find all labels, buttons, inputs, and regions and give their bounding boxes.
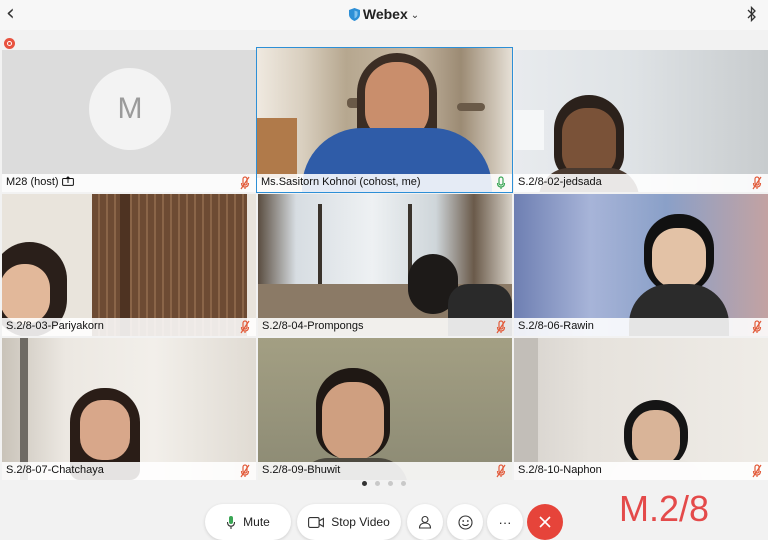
name-bar: S.2/8-09-Bhuwit	[258, 462, 512, 480]
participant-name: M28 (host)	[6, 176, 74, 188]
name-bar: S.2/8-03-Pariyakorn	[2, 318, 256, 336]
participants-button[interactable]	[407, 504, 443, 540]
bluetooth-icon	[747, 5, 756, 23]
participant-name: Ms.Sasitorn Kohnoi (cohost, me)	[261, 176, 421, 188]
participant-video	[514, 194, 768, 336]
class-label-overlay: M.2/8	[619, 488, 710, 529]
stop-video-label: Stop Video	[331, 515, 390, 529]
video-grid: M M28 (host) Ms.Sasitorn Kohnoi (cohost,…	[0, 47, 768, 480]
shield-icon	[348, 8, 360, 21]
participant-tile[interactable]: S.2/8-06-Rawin	[514, 194, 768, 336]
participant-video	[514, 338, 768, 480]
participant-video	[258, 338, 512, 480]
page-dot[interactable]	[388, 481, 393, 486]
participant-name: S.2/8-10-Naphon	[518, 464, 602, 476]
participant-video	[257, 48, 512, 192]
name-bar: S.2/8-06-Rawin	[514, 318, 768, 336]
participant-tile[interactable]: S.2/8-02-jedsada	[514, 50, 768, 192]
participant-name: S.2/8-04-Prompongs	[262, 320, 364, 332]
name-bar: S.2/8-02-jedsada	[514, 174, 768, 192]
participant-name: S.2/8-07-Chatchaya	[6, 464, 104, 476]
screen-share-icon	[61, 176, 74, 186]
participant-video	[2, 194, 256, 336]
participant-video	[514, 50, 768, 192]
smiley-icon	[457, 514, 473, 530]
participant-video	[2, 338, 256, 480]
top-bar: ‹ Webex ⌄	[0, 0, 768, 30]
end-call-button[interactable]	[527, 504, 563, 540]
name-bar: M28 (host)	[2, 174, 256, 192]
participant-video	[258, 194, 512, 336]
participant-tile[interactable]: S.2/8-04-Prompongs	[258, 194, 512, 336]
page-dot[interactable]	[375, 481, 380, 486]
participant-name: S.2/8-09-Bhuwit	[262, 464, 341, 476]
mic-muted-icon	[496, 464, 506, 478]
close-icon	[539, 516, 551, 528]
participant-tile[interactable]: S.2/8-10-Naphon	[514, 338, 768, 480]
app-title: Webex	[362, 6, 408, 22]
page-dot[interactable]	[362, 481, 367, 486]
participant-name: S.2/8-03-Pariyakorn	[6, 320, 104, 332]
participant-tile[interactable]: S.2/8-03-Pariyakorn	[2, 194, 256, 336]
participant-tile[interactable]: S.2/8-09-Bhuwit	[258, 338, 512, 480]
mic-muted-icon	[240, 176, 250, 190]
participant-tile[interactable]: S.2/8-07-Chatchaya	[2, 338, 256, 480]
mute-button[interactable]: Mute	[205, 504, 291, 540]
video-camera-icon	[308, 516, 325, 528]
name-bar: Ms.Sasitorn Kohnoi (cohost, me)	[257, 174, 512, 192]
participant-name: S.2/8-02-jedsada	[518, 176, 602, 188]
name-bar: S.2/8-07-Chatchaya	[2, 462, 256, 480]
name-bar: S.2/8-10-Naphon	[514, 462, 768, 480]
reactions-button[interactable]	[447, 504, 483, 540]
microphone-icon	[227, 515, 236, 529]
mic-muted-icon	[752, 176, 762, 190]
chevron-down-icon: ⌄	[410, 10, 420, 21]
mic-muted-icon	[240, 464, 250, 478]
avatar: M	[89, 68, 171, 150]
mic-muted-icon	[240, 320, 250, 334]
more-icon: ···	[498, 514, 512, 530]
mic-muted-icon	[752, 464, 762, 478]
participants-icon	[418, 515, 432, 529]
mic-muted-icon	[496, 320, 506, 334]
participant-name: S.2/8-06-Rawin	[518, 320, 594, 332]
more-options-button[interactable]: ···	[487, 504, 523, 540]
stop-video-button[interactable]: Stop Video	[297, 504, 401, 540]
mic-active-icon	[496, 176, 506, 189]
name-bar: S.2/8-04-Prompongs	[258, 318, 512, 336]
mute-label: Mute	[243, 515, 270, 529]
participant-tile-host[interactable]: M M28 (host)	[2, 50, 256, 192]
page-dot[interactable]	[401, 481, 406, 486]
participant-tile-me[interactable]: Ms.Sasitorn Kohnoi (cohost, me)	[256, 47, 513, 193]
meeting-title-menu[interactable]: Webex ⌄	[0, 6, 768, 22]
mic-muted-icon	[752, 320, 762, 334]
